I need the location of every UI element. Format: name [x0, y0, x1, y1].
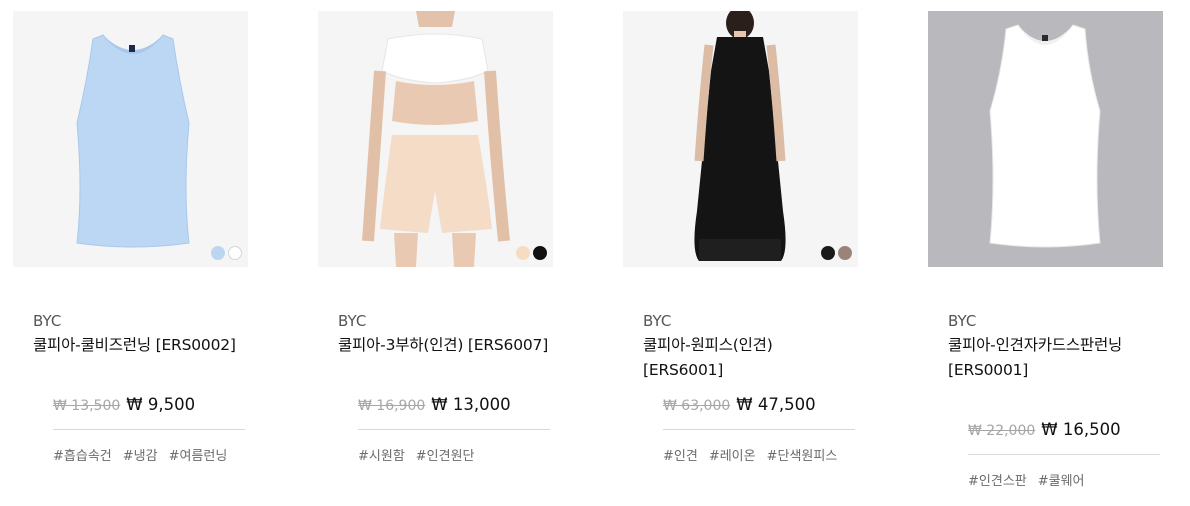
product-image[interactable] — [623, 11, 858, 267]
sale-price: ₩ 13,000 — [431, 395, 511, 414]
product-info: BYC 쿨피아-3부하(인견) [ERS6007] — [338, 311, 550, 358]
tag-list: #인견 #레이온 #단색원피스 — [663, 445, 837, 464]
hashtag[interactable]: #인견스판 — [968, 470, 1027, 489]
color-swatch[interactable] — [533, 246, 547, 260]
brand-name: BYC — [948, 312, 977, 330]
product-info: BYC 쿨피아-인견자카드스판런닝 [ERS0001] — [948, 311, 1160, 383]
color-swatch[interactable] — [228, 246, 242, 260]
hashtag[interactable]: #인견원단 — [416, 445, 475, 464]
product-name[interactable]: 쿨피아-원피스(인견) [ERS6001] — [643, 333, 855, 383]
white-tank-top-illustration — [989, 24, 1101, 248]
hashtag[interactable]: #인견 — [663, 445, 698, 464]
tag-list: #흡습속건 #냉감 #여름런닝 — [53, 445, 227, 464]
sale-price: ₩ 47,500 — [736, 395, 816, 414]
hashtag[interactable]: #시원함 — [358, 445, 405, 464]
hashtag[interactable]: #흡습속건 — [53, 445, 112, 464]
product-image[interactable] — [13, 11, 248, 267]
price-row: ₩ 16,900 ₩ 13,000 — [358, 395, 550, 430]
product-image[interactable] — [928, 11, 1163, 267]
product-image[interactable] — [318, 11, 553, 267]
hashtag[interactable]: #레이온 — [709, 445, 756, 464]
product-name[interactable]: 쿨피아-인견자카드스판런닝 [ERS0001] — [948, 333, 1160, 383]
sale-price: ₩ 16,500 — [1041, 420, 1121, 439]
price-row: ₩ 13,500 ₩ 9,500 — [53, 395, 245, 430]
hashtag[interactable]: #여름런닝 — [169, 445, 228, 464]
price-row: ₩ 63,000 ₩ 47,500 — [663, 395, 855, 430]
shorts-model-illustration — [362, 11, 510, 267]
hashtag[interactable]: #냉감 — [123, 445, 158, 464]
color-swatch[interactable] — [211, 246, 225, 260]
product-info: BYC 쿨피아-쿨비즈런닝 [ERS0002] — [33, 311, 245, 358]
tag-list: #시원함 #인견원단 — [358, 445, 475, 464]
tag-list: #인견스판 #쿨웨어 — [968, 470, 1085, 489]
color-swatch[interactable] — [516, 246, 530, 260]
brand-name: BYC — [33, 312, 62, 330]
color-swatches — [821, 246, 852, 260]
tank-top-illustration — [76, 34, 190, 248]
brand-name: BYC — [643, 312, 672, 330]
color-swatches — [211, 246, 242, 260]
original-price: ₩ 13,500 — [53, 398, 121, 414]
color-swatch[interactable] — [838, 246, 852, 260]
hashtag[interactable]: #단색원피스 — [767, 445, 838, 464]
price-row: ₩ 22,000 ₩ 16,500 — [968, 420, 1160, 455]
product-grid: BYC 쿨피아-쿨비즈런닝 [ERS0002] ₩ 13,500 ₩ 9,500… — [0, 0, 1190, 506]
original-price: ₩ 16,900 — [358, 398, 426, 414]
dress-model-illustration — [694, 11, 786, 261]
color-swatches — [516, 246, 547, 260]
brand-name: BYC — [338, 312, 367, 330]
color-swatch[interactable] — [821, 246, 835, 260]
product-name[interactable]: 쿨피아-3부하(인견) [ERS6007] — [338, 333, 550, 358]
product-info: BYC 쿨피아-원피스(인견) [ERS6001] — [643, 311, 855, 383]
product-name[interactable]: 쿨피아-쿨비즈런닝 [ERS0002] — [33, 333, 245, 358]
hashtag[interactable]: #쿨웨어 — [1038, 470, 1085, 489]
original-price: ₩ 63,000 — [663, 398, 731, 414]
original-price: ₩ 22,000 — [968, 423, 1036, 439]
sale-price: ₩ 9,500 — [126, 395, 196, 414]
